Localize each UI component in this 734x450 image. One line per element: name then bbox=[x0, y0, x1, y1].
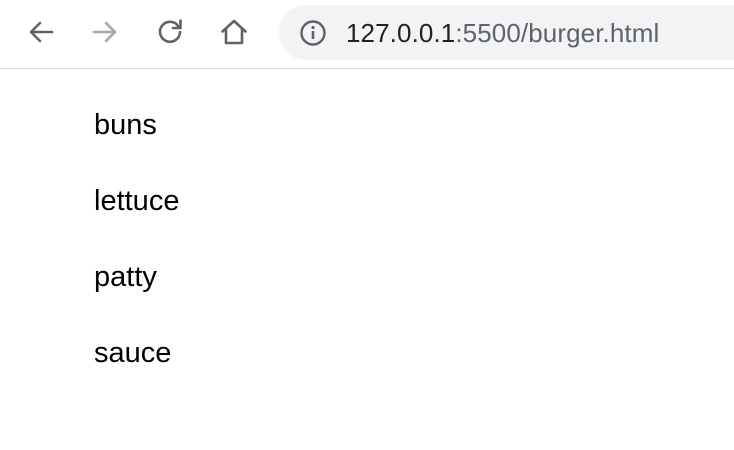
home-button[interactable] bbox=[216, 14, 252, 50]
list-item: patty bbox=[94, 261, 157, 293]
address-bar[interactable]: 127.0.0.1:5500/burger.html bbox=[279, 5, 734, 60]
page-content: buns lettuce patty sauce bbox=[94, 107, 179, 411]
arrow-left-icon bbox=[29, 21, 54, 43]
reload-icon bbox=[158, 19, 182, 44]
list-item: lettuce bbox=[94, 185, 180, 217]
list-item: buns bbox=[94, 109, 157, 141]
reload-button[interactable] bbox=[152, 14, 188, 50]
forward-button[interactable] bbox=[87, 14, 123, 50]
info-icon[interactable] bbox=[299, 19, 327, 47]
url-host: 127.0.0.1 bbox=[346, 18, 456, 48]
list-item: sauce bbox=[94, 337, 172, 369]
browser-toolbar: 127.0.0.1:5500/burger.html bbox=[0, 0, 734, 69]
arrow-right-icon bbox=[92, 21, 117, 43]
back-button[interactable] bbox=[23, 14, 59, 50]
url-text[interactable]: 127.0.0.1:5500/burger.html bbox=[346, 18, 659, 48]
url-path: :5500/burger.html bbox=[455, 18, 660, 48]
home-icon bbox=[221, 19, 247, 45]
